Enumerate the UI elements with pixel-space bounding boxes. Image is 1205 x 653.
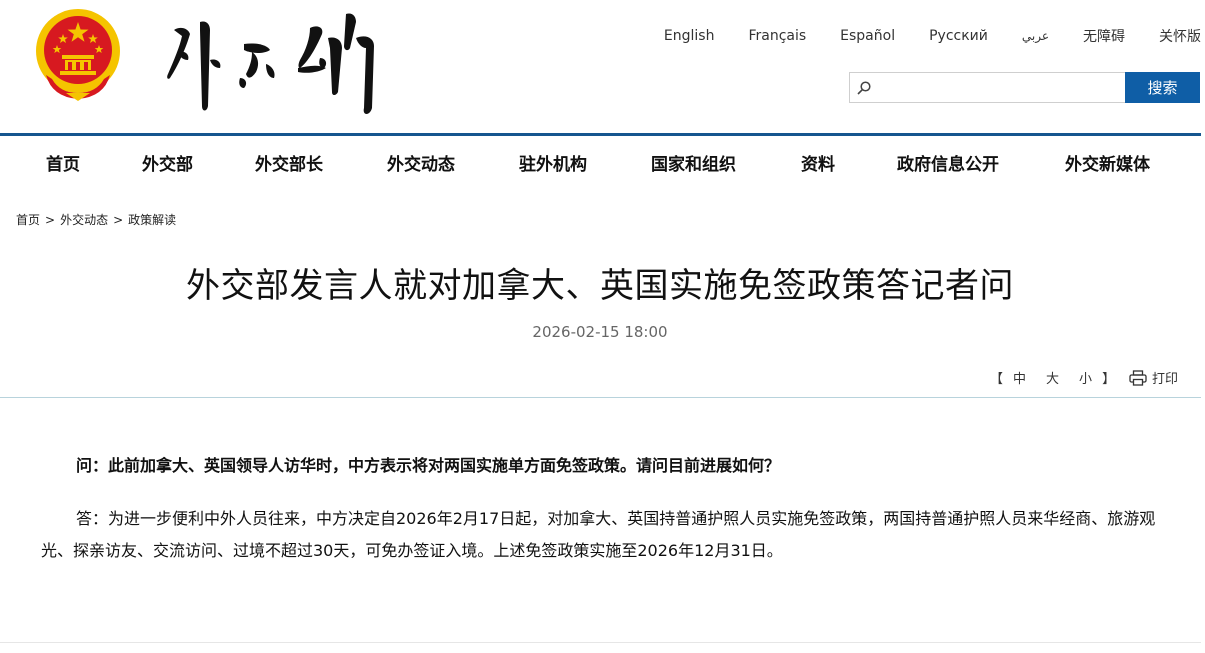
print-button[interactable]: 打印 — [1129, 368, 1178, 387]
print-label: 打印 — [1152, 372, 1179, 387]
printer-icon — [1129, 369, 1147, 386]
accessibility-link[interactable]: 无障碍 — [1083, 26, 1125, 46]
search-bar: 搜索 — [849, 72, 1200, 103]
nav-item-resources[interactable]: 资料 — [801, 150, 835, 175]
national-emblem-icon[interactable] — [32, 5, 124, 103]
search-input[interactable] — [872, 74, 1125, 101]
breadcrumb: 首页 > 外交动态 > 政策解读 — [16, 211, 176, 228]
ministry-calligraphy-logo-icon[interactable] — [160, 8, 390, 120]
font-size-tools: 【 中 大 小 】 — [990, 368, 1115, 387]
article-answer: 答：为进一步便利中外人员往来，中方决定自2026年2月17日起，对加拿大、英国持… — [41, 509, 1156, 560]
article-body: 问：此前加拿大、英国领导人访华时，中方表示将对两国实施单方面免签政策。请问目前进… — [41, 452, 1171, 567]
nav-item-home[interactable]: 首页 — [46, 150, 80, 175]
lang-link-spanish[interactable]: Español — [840, 28, 895, 44]
lang-link-english[interactable]: English — [664, 28, 715, 44]
breadcrumb-separator: > — [113, 212, 124, 227]
nav-item-minister[interactable]: 外交部长 — [255, 150, 323, 175]
breadcrumb-diplomatic-news[interactable]: 外交动态 — [60, 211, 108, 228]
font-size-large[interactable]: 大 — [1046, 368, 1059, 387]
lang-link-russian[interactable]: Русский — [929, 28, 988, 44]
care-version-link[interactable]: 关怀版 — [1159, 26, 1201, 46]
main-nav: 首页 外交部 外交部长 外交动态 驻外机构 国家和组织 资料 政府信息公开 外交… — [0, 136, 1205, 188]
article-date: 2026-02-15 18:00 — [532, 323, 668, 341]
nav-item-ministry[interactable]: 外交部 — [142, 150, 193, 175]
nav-item-government-information[interactable]: 政府信息公开 — [897, 150, 999, 175]
content-divider — [0, 397, 1201, 398]
article-title: 外交部发言人就对加拿大、英国实施免签政策答记者问 — [186, 266, 1014, 306]
bracket-close: 】 — [1102, 372, 1116, 387]
breadcrumb-home[interactable]: 首页 — [16, 211, 40, 228]
search-button[interactable]: 搜索 — [1125, 72, 1200, 103]
footer-divider — [0, 642, 1201, 643]
bracket-open: 【 — [990, 372, 1004, 387]
search-icon — [857, 80, 871, 95]
site-header: English Français Español Русский عربي 无障… — [0, 0, 1205, 135]
font-size-medium[interactable]: 中 — [1013, 368, 1026, 387]
nav-item-new-media[interactable]: 外交新媒体 — [1065, 150, 1150, 175]
nav-item-missions-abroad[interactable]: 驻外机构 — [519, 150, 587, 175]
font-size-small[interactable]: 小 — [1079, 368, 1092, 387]
lang-link-arabic[interactable]: عربي — [1022, 29, 1049, 43]
search-box — [849, 72, 1125, 103]
breadcrumb-separator: > — [45, 212, 56, 227]
language-bar: English Français Español Русский عربي 无障… — [664, 26, 1201, 46]
lang-link-french[interactable]: Français — [748, 28, 806, 44]
article-question: 问：此前加拿大、英国领导人访华时，中方表示将对两国实施单方面免签政策。请问目前进… — [76, 456, 781, 475]
nav-item-diplomatic-news[interactable]: 外交动态 — [387, 150, 455, 175]
nav-item-countries-organizations[interactable]: 国家和组织 — [651, 150, 736, 175]
breadcrumb-policy-interpretation[interactable]: 政策解读 — [128, 211, 176, 228]
